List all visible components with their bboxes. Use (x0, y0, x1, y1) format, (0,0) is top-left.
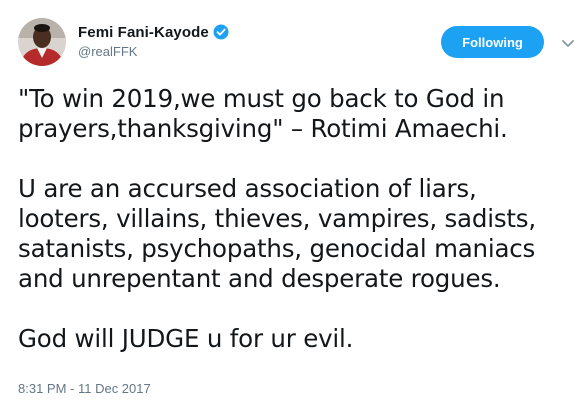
author-name-row: Femi Fani-Kayode (78, 22, 229, 42)
following-button[interactable]: Following (441, 26, 544, 58)
author-handle[interactable]: @realFFK (78, 44, 137, 59)
profile-photo (18, 18, 66, 66)
chevron-down-icon[interactable] (561, 36, 575, 47)
verified-badge-icon (213, 24, 229, 40)
tweet-paragraph: "To win 2019,we must go back to God in p… (18, 84, 508, 143)
tweet-paragraph: God will JUDGE u for ur evil. (18, 324, 354, 353)
tweet-text: "To win 2019,we must go back to God in p… (18, 84, 574, 354)
avatar[interactable] (18, 18, 66, 66)
display-name[interactable]: Femi Fani-Kayode (78, 24, 209, 41)
tweet-card: Femi Fani-Kayode @realFFK Following "To … (0, 0, 584, 410)
tweet-paragraph: U are an accursed association of liars, … (18, 174, 536, 293)
tweet-timestamp[interactable]: 8:31 PM - 11 Dec 2017 (18, 381, 151, 396)
